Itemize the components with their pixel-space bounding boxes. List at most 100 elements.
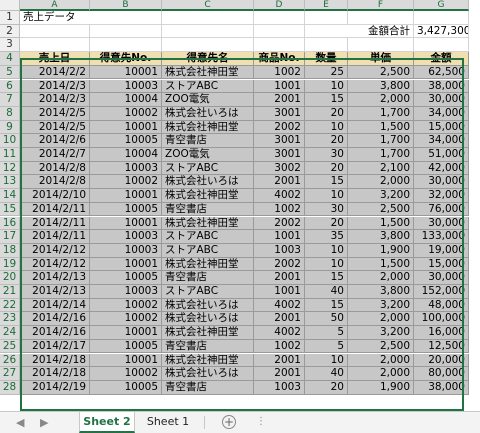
table-cell[interactable]: 80,000: [414, 367, 469, 381]
table-cell[interactable]: 1,700: [348, 106, 414, 121]
table-cell[interactable]: 1,500: [348, 120, 414, 135]
empty-cell[interactable]: [305, 38, 348, 53]
table-cell[interactable]: 2,000: [348, 312, 414, 327]
table-cell[interactable]: 2001: [254, 312, 305, 327]
row-number[interactable]: 5: [0, 65, 20, 80]
table-cell[interactable]: 株式会社神田堂: [162, 65, 254, 80]
table-cell[interactable]: 5: [305, 339, 348, 354]
empty-cell[interactable]: [414, 11, 469, 25]
column-header-a[interactable]: A: [20, 0, 90, 11]
spreadsheet-grid[interactable]: A B C D E F G 1 売上データ 2 金額合計 3,427,300 3 4 売上日 得意先No. 得意…: [0, 0, 480, 411]
table-cell[interactable]: 2014/2/11: [20, 202, 90, 217]
table-cell[interactable]: 48,000: [414, 298, 469, 313]
table-cell[interactable]: 株式会社神田堂: [162, 326, 254, 340]
table-cell[interactable]: 1,700: [348, 134, 414, 148]
row-number[interactable]: 22: [0, 298, 20, 313]
table-cell[interactable]: 3001: [254, 134, 305, 148]
table-cell[interactable]: 34,000: [414, 106, 469, 121]
table-cell[interactable]: 30,000: [414, 271, 469, 285]
table-cell[interactable]: 2014/2/13: [20, 285, 90, 299]
row-number[interactable]: 12: [0, 161, 20, 176]
table-header-5[interactable]: 数量: [305, 52, 348, 66]
table-cell[interactable]: 10004: [90, 148, 162, 162]
table-cell[interactable]: 3001: [254, 106, 305, 121]
table-cell[interactable]: 3001: [254, 148, 305, 162]
table-cell[interactable]: 38,000: [414, 79, 469, 94]
table-cell[interactable]: 20: [305, 134, 348, 148]
table-cell[interactable]: 10001: [90, 257, 162, 272]
table-header-3[interactable]: 得意先名: [162, 52, 254, 66]
column-header-g[interactable]: G: [414, 0, 469, 11]
scroll-left-icon[interactable]: ◀: [16, 416, 24, 429]
table-cell[interactable]: 50: [305, 312, 348, 327]
table-cell[interactable]: 34,000: [414, 134, 469, 148]
table-cell[interactable]: 2014/2/7: [20, 148, 90, 162]
table-cell[interactable]: 株式会社神田堂: [162, 257, 254, 272]
table-header-6[interactable]: 単価: [348, 52, 414, 66]
table-cell[interactable]: 20: [305, 106, 348, 121]
table-header-1[interactable]: 売上日: [20, 52, 90, 66]
table-cell[interactable]: 10: [305, 353, 348, 368]
table-cell[interactable]: 10: [305, 243, 348, 258]
table-cell[interactable]: 10004: [90, 93, 162, 107]
table-cell[interactable]: ZOO電気: [162, 93, 254, 107]
table-cell[interactable]: 10003: [90, 285, 162, 299]
row-number[interactable]: 7: [0, 93, 20, 107]
table-cell[interactable]: 10002: [90, 312, 162, 327]
table-cell[interactable]: 株式会社いろは: [162, 106, 254, 121]
empty-cell[interactable]: [254, 11, 305, 25]
table-cell[interactable]: 2,500: [348, 339, 414, 354]
table-cell[interactable]: 12,500: [414, 339, 469, 354]
row-number[interactable]: 27: [0, 367, 20, 381]
empty-cell[interactable]: [162, 11, 254, 25]
table-cell[interactable]: 10005: [90, 339, 162, 354]
empty-cell[interactable]: [348, 11, 414, 25]
table-cell[interactable]: 4002: [254, 298, 305, 313]
table-cell[interactable]: 133,000: [414, 230, 469, 244]
table-cell[interactable]: 1002: [254, 202, 305, 217]
table-cell[interactable]: 152,000: [414, 285, 469, 299]
table-cell[interactable]: 2014/2/5: [20, 106, 90, 121]
table-cell[interactable]: 1003: [254, 380, 305, 395]
add-sheet-button[interactable]: +: [222, 415, 236, 429]
row-number[interactable]: 20: [0, 271, 20, 285]
table-cell[interactable]: 35: [305, 230, 348, 244]
table-cell[interactable]: 10005: [90, 271, 162, 285]
table-cell[interactable]: 2002: [254, 120, 305, 135]
table-cell[interactable]: 2002: [254, 257, 305, 272]
table-cell[interactable]: 2,500: [348, 202, 414, 217]
table-cell[interactable]: 2001: [254, 271, 305, 285]
empty-cell[interactable]: [305, 11, 348, 25]
row-number[interactable]: 3: [0, 38, 20, 53]
table-cell[interactable]: 青空書店: [162, 134, 254, 148]
table-cell[interactable]: 3,200: [348, 298, 414, 313]
row-number[interactable]: 15: [0, 202, 20, 217]
table-cell[interactable]: 3002: [254, 161, 305, 176]
table-cell[interactable]: 青空書店: [162, 202, 254, 217]
table-cell[interactable]: 3,800: [348, 230, 414, 244]
column-header-b[interactable]: B: [90, 0, 162, 11]
row-number[interactable]: 25: [0, 339, 20, 354]
empty-cell[interactable]: [20, 38, 90, 53]
table-cell[interactable]: 2014/2/13: [20, 271, 90, 285]
table-cell[interactable]: 10001: [90, 326, 162, 340]
table-cell[interactable]: 10001: [90, 65, 162, 80]
table-cell[interactable]: 10005: [90, 380, 162, 395]
table-cell[interactable]: 10001: [90, 189, 162, 203]
table-cell[interactable]: 1,500: [348, 257, 414, 272]
row-number[interactable]: 26: [0, 353, 20, 368]
table-cell[interactable]: 1002: [254, 339, 305, 354]
sheet-title[interactable]: 売上データ: [20, 11, 162, 25]
table-cell[interactable]: 15: [305, 175, 348, 190]
table-header-4[interactable]: 商品No.: [254, 52, 305, 66]
row-number[interactable]: 18: [0, 243, 20, 258]
table-cell[interactable]: 10: [305, 79, 348, 94]
empty-cell[interactable]: [348, 38, 414, 53]
table-cell[interactable]: 10005: [90, 134, 162, 148]
table-cell[interactable]: ストアABC: [162, 243, 254, 258]
table-cell[interactable]: 2,000: [348, 367, 414, 381]
table-cell[interactable]: 15,000: [414, 120, 469, 135]
empty-cell[interactable]: [254, 24, 305, 39]
empty-cell[interactable]: [90, 38, 162, 53]
table-cell[interactable]: 40: [305, 285, 348, 299]
